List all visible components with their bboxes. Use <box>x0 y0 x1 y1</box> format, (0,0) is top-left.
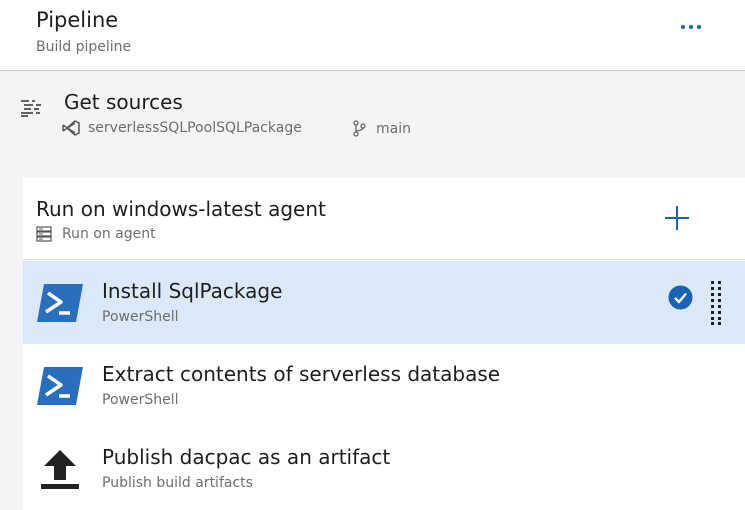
server-icon <box>36 226 52 242</box>
repository-name: serverlessSQLPoolSQLPackage <box>88 120 302 136</box>
branch-info: main <box>352 120 411 137</box>
pipeline-header: Pipeline Build pipeline <box>0 0 745 71</box>
branch-icon <box>353 120 366 137</box>
page-subtitle: Build pipeline <box>36 39 132 55</box>
repository-info: serverlessSQLPoolSQLPackage <box>62 120 302 136</box>
task-name: Publish dacpac as an artifact <box>102 445 391 469</box>
more-options-button[interactable] <box>674 16 708 38</box>
get-sources-title: Get sources <box>64 90 183 114</box>
task-name: Install SqlPackage <box>102 279 283 303</box>
task-type: PowerShell <box>102 309 179 325</box>
task-name: Extract contents of serverless database <box>102 362 501 386</box>
visual-studio-icon <box>62 120 80 136</box>
task-type: PowerShell <box>102 392 179 408</box>
page-title: Pipeline <box>36 8 119 32</box>
task-item-extract-contents[interactable]: Extract contents of serverless database … <box>23 344 745 427</box>
get-sources-section[interactable]: Get sources serverlessSQLPoolSQLPackage … <box>0 72 745 170</box>
check-circle-icon[interactable] <box>668 285 693 310</box>
ellipsis-icon <box>681 25 685 29</box>
powershell-icon <box>37 367 83 405</box>
upload-icon <box>41 450 79 489</box>
plus-icon <box>665 206 689 230</box>
agent-job[interactable]: Run on windows-latest agent Run on agent <box>23 178 745 260</box>
agent-job-type: Run on agent <box>62 226 156 242</box>
sources-list-icon <box>21 100 41 117</box>
agent-job-subtitle: Run on agent <box>36 226 156 242</box>
task-type: Publish build artifacts <box>102 475 253 491</box>
powershell-icon <box>37 284 83 322</box>
drag-handle-icon[interactable] <box>710 281 722 325</box>
branch-name: main <box>376 120 411 137</box>
task-item-publish-dacpac[interactable]: Publish dacpac as an artifact Publish bu… <box>23 427 745 510</box>
add-task-button[interactable] <box>663 204 691 232</box>
task-item-install-sqlpackage[interactable]: Install SqlPackage PowerShell <box>23 261 745 344</box>
agent-job-title: Run on windows-latest agent <box>36 197 326 221</box>
